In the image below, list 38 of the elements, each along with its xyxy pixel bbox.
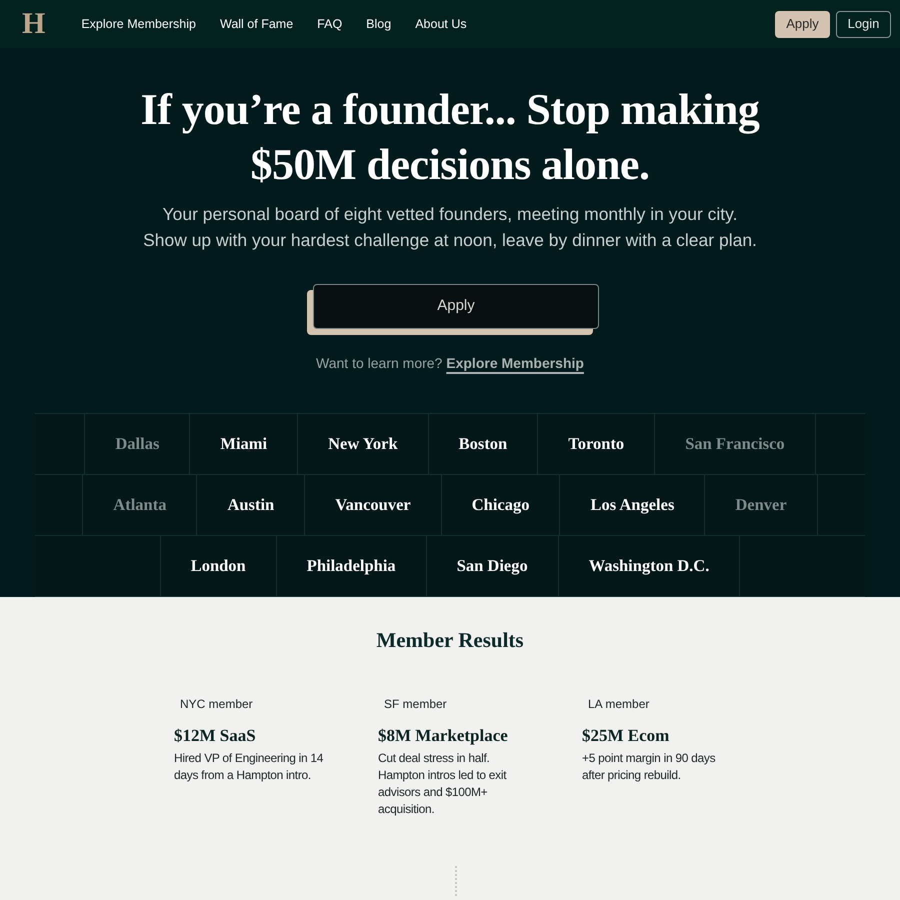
nav-link[interactable]: Blog xyxy=(366,14,392,34)
city-tile: Los Angeles xyxy=(560,475,706,535)
section-title: Member Results xyxy=(376,627,524,654)
member-label: SF member xyxy=(384,696,448,712)
city-tile: Dallas xyxy=(85,414,190,474)
city-tile: San Diego xyxy=(426,536,559,596)
result-description: +5 point margin in 90 days after pricing rebuild. xyxy=(582,750,716,784)
result-headline: $12M SaaS xyxy=(174,724,257,746)
city-tile: Austin xyxy=(197,475,306,535)
explore-membership-link[interactable]: Explore Membership xyxy=(446,355,584,371)
login-button[interactable]: Login xyxy=(836,10,891,38)
nav-link[interactable]: Explore Membership xyxy=(81,14,196,34)
result-headline: $25M Ecom xyxy=(582,724,670,746)
apply-button[interactable]: Apply xyxy=(775,10,830,38)
nav-link[interactable]: Wall of Fame xyxy=(220,14,294,34)
hero-subtitle: Your personal board of eight vetted founders, meeting monthly in your city. Show up with your hardest challenge at noon, leave by dinner with a clear plan. xyxy=(143,203,757,252)
city-tile: San Francisco xyxy=(655,414,816,474)
city-tile: Vancouver xyxy=(305,475,442,535)
member-label: LA member xyxy=(588,696,650,712)
hero-title: If you’re a founder... Stop making $50M decisions alone. xyxy=(140,84,760,191)
learn-more-text: Want to learn more? Explore Membership xyxy=(316,354,584,373)
city-tile: Washington D.C. xyxy=(558,536,740,596)
city-tile: Denver xyxy=(705,475,818,535)
result-description: Hired VP of Engineering in 14 days from a Hampton intro. xyxy=(174,750,324,784)
city-tile: Miami xyxy=(190,414,298,474)
member-label: NYC member xyxy=(180,696,254,712)
city-tile: Boston xyxy=(428,414,538,474)
city-tile: Toronto xyxy=(538,414,656,474)
nav-link[interactable]: FAQ xyxy=(317,14,342,34)
result-headline: $8M Marketplace xyxy=(378,724,509,747)
nav-link[interactable]: About Us xyxy=(415,14,467,34)
city-tile: Atlanta xyxy=(83,475,198,535)
city-tile: Chicago xyxy=(442,475,560,535)
city-tile: New York xyxy=(298,414,429,474)
logo[interactable]: H xyxy=(22,9,46,39)
city-tile: London xyxy=(160,536,277,596)
city-tile: Philadelphia xyxy=(276,536,427,596)
result-description: Cut deal stress in half. Hampton intros led to exit advisors and $100M+ acquisition. xyxy=(378,750,508,818)
